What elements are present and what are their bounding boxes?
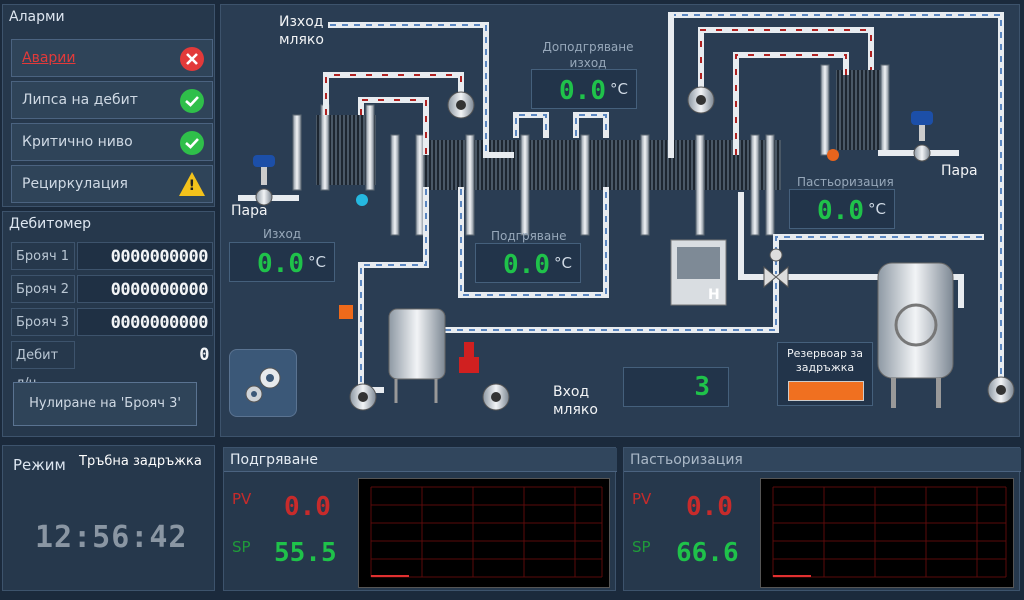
outlet-display: 0.0 °C — [229, 242, 335, 282]
steam-valve-right — [911, 111, 933, 162]
outlet-label: Изход — [263, 227, 302, 241]
mode-label: Режим — [13, 456, 66, 474]
pasteurization-unit: °C — [868, 200, 886, 218]
check-icon — [180, 131, 204, 155]
alarm-recirculation[interactable]: Рециркулация ! — [11, 165, 213, 203]
steam-right-label: Пара — [941, 163, 978, 179]
pasteurization-trend-panel: Пастьоризация PV 0.0 SP 66.6 — [623, 447, 1021, 591]
alarms-panel: Аларми Аварии Липса на дебит Критично ни… — [2, 4, 215, 207]
steam-left-label: Пара — [231, 203, 268, 219]
alarm-critical-level-label: Критично ниво — [22, 134, 133, 150]
pasteurization-display: 0.0 °C — [789, 189, 895, 229]
plate-pack-2 — [421, 140, 781, 190]
process-panel: Изход мляко Вход мляко Пара Пара Доподгр… — [220, 4, 1020, 437]
counter-2-row: Брояч 2 0000000000 — [11, 275, 213, 303]
warning-mark: ! — [188, 178, 195, 194]
mode-value: Тръбна задръжка — [79, 454, 202, 469]
milk-out-label: Изход мляко — [279, 14, 324, 48]
step-display: 3 — [623, 367, 729, 407]
holding-tank-level — [788, 381, 864, 401]
heating-trend-title: Подгряване — [224, 448, 617, 472]
flow-rate-value: 0 — [199, 345, 209, 365]
flow-rate-label: Дебит л/ч — [11, 341, 75, 391]
plate-pack-3 — [836, 70, 881, 150]
heating-value: 0.0 — [503, 250, 550, 280]
flowmeter-panel: Дебитомер Брояч 1 0000000000 Брояч 2 000… — [2, 211, 215, 437]
counter-1-row: Брояч 1 0000000000 — [11, 242, 213, 270]
flowmeter-title: Дебитомер — [9, 216, 92, 232]
holding-tank-widget: Резервоар за задръжка — [777, 342, 873, 406]
counter-2-label: Брояч 2 — [11, 275, 75, 303]
gears-icon — [245, 367, 281, 403]
pasteurization-label: Пастьоризация — [797, 175, 894, 189]
outlet-value: 0.0 — [257, 249, 304, 279]
milk-in-label: Вход мляко — [553, 384, 598, 418]
post-heating-unit: °C — [610, 80, 628, 98]
heating-trend-chart — [358, 478, 610, 588]
pasteurization-trend-chart — [760, 478, 1014, 588]
mode-panel: Режим Тръбна задръжка 12:56:42 — [2, 445, 215, 591]
pasteurization-sp-label: SP — [632, 538, 651, 556]
alarms-title: Аларми — [9, 9, 65, 25]
error-icon — [180, 47, 204, 71]
pasteurization-value: 0.0 — [817, 196, 864, 226]
holding-tank-label: Резервоар за задръжка — [786, 347, 864, 374]
heating-label: Подгряване — [491, 229, 567, 243]
heating-pv-value: 0.0 — [284, 492, 331, 522]
pasteurization-trend-title: Пастьоризация — [624, 448, 1021, 472]
post-heating-value: 0.0 — [559, 76, 606, 106]
post-heating-display: 0.0 °C — [531, 69, 637, 109]
flow-rate-row: Дебит л/ч 0 — [11, 341, 213, 391]
post-heating-label: Доподгряване изход — [542, 40, 634, 70]
counter-1-label: Брояч 1 — [11, 242, 75, 270]
clock-display: 12:56:42 — [35, 520, 188, 555]
heating-unit: °C — [554, 254, 572, 272]
outlet-unit: °C — [308, 253, 326, 271]
counter-3-row: Брояч 3 0000000000 — [11, 308, 213, 336]
alarm-faults-label: Аварии — [22, 50, 76, 66]
counter-3-value: 0000000000 — [77, 308, 213, 336]
settings-button[interactable] — [229, 349, 297, 417]
check-icon — [180, 89, 204, 113]
counter-1-value: 0000000000 — [77, 242, 213, 270]
heating-display: 0.0 °C — [475, 243, 581, 283]
pasteurization-pv-label: PV — [632, 490, 652, 508]
alarm-recirculation-label: Рециркулация — [22, 176, 128, 192]
heating-sp-value: 55.5 — [274, 538, 337, 568]
alarm-no-flow[interactable]: Липса на дебит — [11, 81, 213, 119]
heater-label: H — [708, 287, 720, 303]
alarm-no-flow-label: Липса на дебит — [22, 92, 138, 108]
counter-2-value: 0000000000 — [77, 275, 213, 303]
steam-valve-left — [253, 155, 275, 206]
counter-3-label: Брояч 3 — [11, 308, 75, 336]
heating-trend-panel: Подгряване PV 0.0 SP 55.5 — [223, 447, 617, 591]
pasteurization-pv-value: 0.0 — [686, 492, 733, 522]
reset-counter-3-button[interactable]: Нулиране на 'Брояч 3' — [13, 382, 197, 426]
heating-pv-label: PV — [232, 490, 252, 508]
heating-sp-label: SP — [232, 538, 251, 556]
pasteurization-sp-value: 66.6 — [676, 538, 739, 568]
step-value: 3 — [694, 372, 710, 402]
alarm-faults[interactable]: Аварии — [11, 39, 213, 77]
alarm-critical-level[interactable]: Критично ниво — [11, 123, 213, 161]
